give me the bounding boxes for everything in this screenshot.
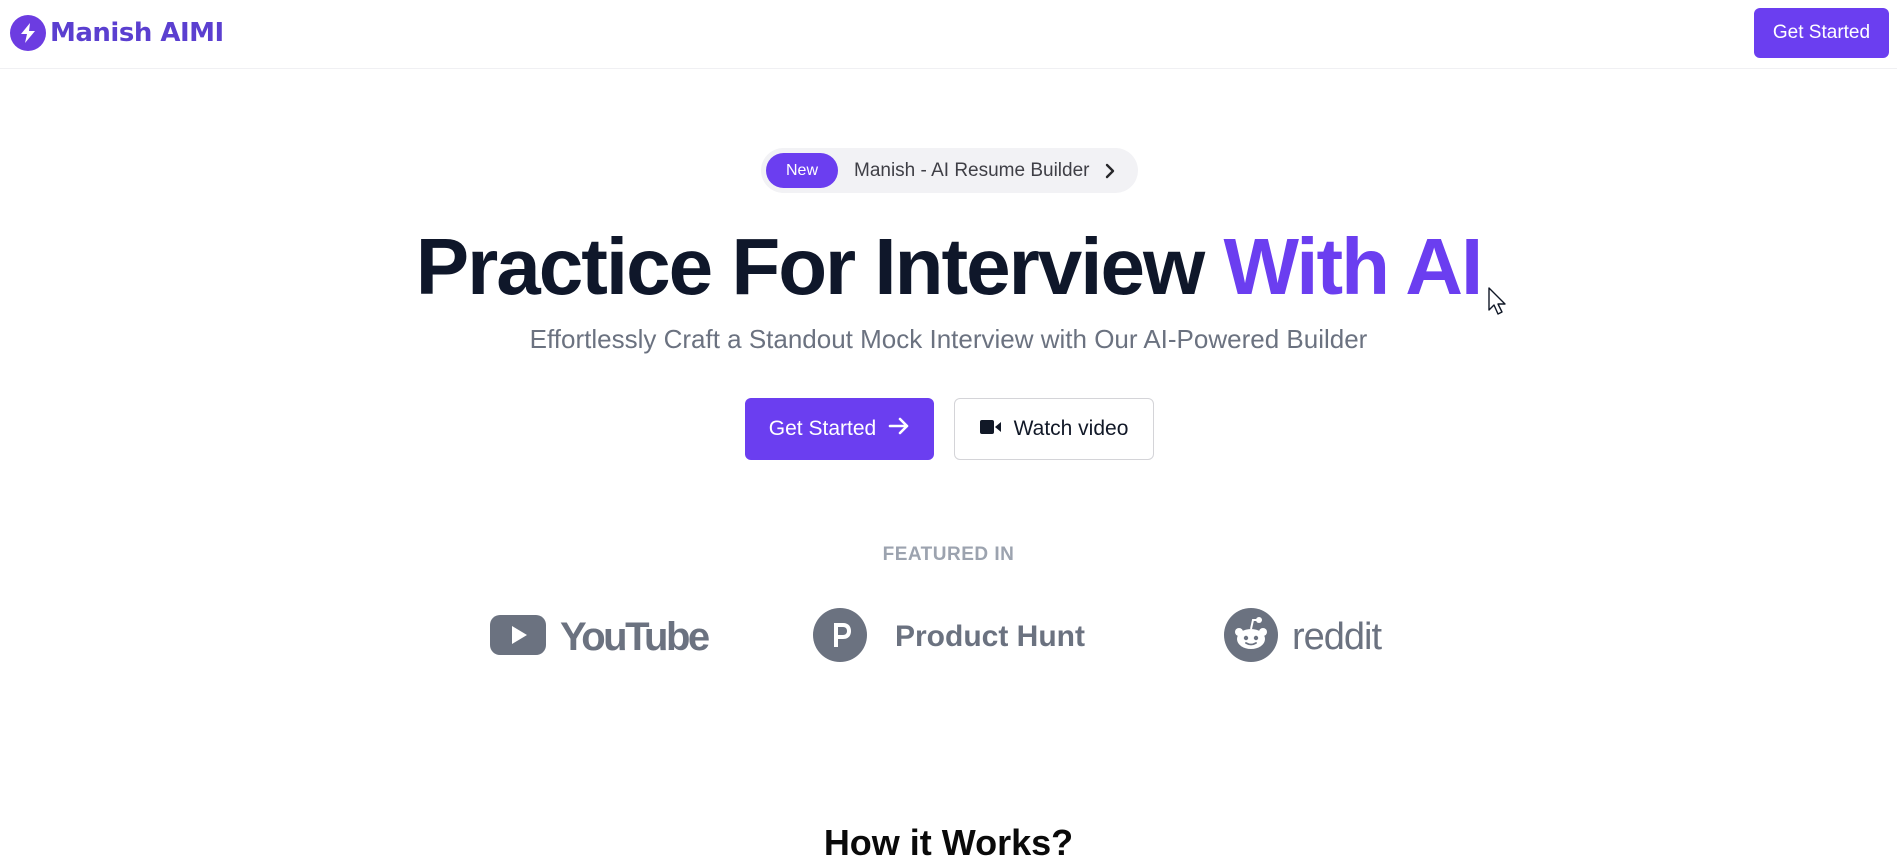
how-it-works-title: How it Works? bbox=[823, 822, 1074, 863]
featured-product-hunt[interactable]: Product Hunt bbox=[813, 607, 1085, 667]
video-camera-icon bbox=[979, 417, 1002, 441]
hero-section: New Manish - AI Resume Builder Practice … bbox=[0, 0, 1897, 863]
youtube-wordmark: YouTube bbox=[560, 614, 710, 659]
hero-title-accent: With AI bbox=[1223, 222, 1483, 311]
hero-subtitle: Effortlessly Craft a Standout Mock Inter… bbox=[529, 324, 1368, 354]
product-hunt-icon bbox=[813, 607, 867, 667]
mouse-cursor-icon bbox=[1487, 286, 1509, 323]
featured-logos: YouTube Product Hunt reddit bbox=[0, 607, 1897, 668]
featured-in-label: FEATURED IN bbox=[882, 544, 1015, 565]
new-badge: New bbox=[766, 153, 838, 188]
announcement-text: Manish - AI Resume Builder bbox=[854, 159, 1090, 181]
reddit-wordmark: reddit bbox=[1292, 615, 1382, 658]
reddit-icon bbox=[1224, 607, 1278, 667]
hero-cta-row: Get Started Watch video bbox=[745, 398, 1154, 460]
arrow-right-icon bbox=[888, 416, 910, 442]
hero-title: Practice For Interview With AI bbox=[0, 222, 1897, 312]
hero-get-started-button[interactable]: Get Started bbox=[745, 398, 934, 460]
hero-title-main: Practice For Interview bbox=[415, 222, 1224, 311]
featured-youtube[interactable]: YouTube bbox=[490, 608, 710, 666]
watch-video-label: Watch video bbox=[1013, 417, 1129, 440]
youtube-icon bbox=[490, 614, 546, 660]
featured-reddit[interactable]: reddit bbox=[1224, 607, 1382, 667]
product-hunt-wordmark: Product Hunt bbox=[895, 620, 1085, 653]
watch-video-button[interactable]: Watch video bbox=[954, 398, 1154, 460]
announcement-pill[interactable]: New Manish - AI Resume Builder bbox=[761, 148, 1138, 193]
chevron-right-icon bbox=[1104, 163, 1116, 179]
hero-get-started-label: Get Started bbox=[768, 417, 877, 440]
